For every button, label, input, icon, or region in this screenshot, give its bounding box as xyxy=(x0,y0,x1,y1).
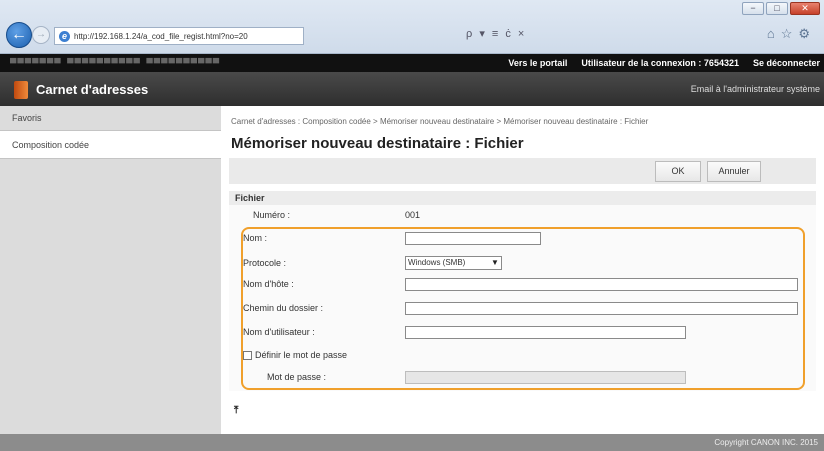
protocole-label: Protocole : xyxy=(243,258,287,268)
minimize-button[interactable]: − xyxy=(742,2,764,15)
protocole-value: Windows (SMB) xyxy=(408,258,466,267)
sidebar: Favoris Composition codée xyxy=(0,106,221,434)
action-bar: OK Annuler xyxy=(229,158,816,184)
chemin-input[interactable] xyxy=(405,302,798,315)
sidebar-item-favoris[interactable]: Favoris xyxy=(0,106,221,131)
utilisateur-input[interactable] xyxy=(405,326,686,339)
hote-label: Nom d'hôte : xyxy=(243,279,294,289)
address-bar[interactable]: e http://192.168.1.24/a_cod_file_regist.… xyxy=(54,27,304,45)
ie-logo-icon: e xyxy=(59,30,70,42)
definir-label[interactable]: Définir le mot de passe xyxy=(255,350,347,360)
device-name-blurred: ▀▀▀▀▀▀▀ ▀▀▀▀▀▀▀▀▀▀ ▀▀▀▀▀▀▀▀▀▀ xyxy=(10,58,221,68)
home-icon[interactable]: ⌂ xyxy=(767,26,781,41)
maximize-button[interactable]: □ xyxy=(766,2,788,15)
breadcrumb[interactable]: Carnet d'adresses : Composition codée > … xyxy=(231,117,648,126)
browser-tools: ⌂☆⚙ xyxy=(767,26,816,42)
admin-email-link[interactable]: Email à l'administrateur système xyxy=(691,84,820,94)
window-controls: − □ ✕ xyxy=(742,2,820,15)
collapse-top-icon[interactable]: ⤒ xyxy=(234,405,238,416)
address-tools[interactable]: ρ ▾ ≡ ċ × xyxy=(466,27,526,45)
chemin-label: Chemin du dossier : xyxy=(243,303,324,313)
ok-button[interactable]: OK xyxy=(655,161,701,182)
top-bar: ▀▀▀▀▀▀▀ ▀▀▀▀▀▀▀▀▀▀ ▀▀▀▀▀▀▀▀▀▀ Vers le po… xyxy=(0,54,824,72)
motdepasse-input[interactable] xyxy=(405,371,686,384)
form-area: Numéro : 001 Nom : Protocole : Windows (… xyxy=(229,205,816,391)
page-title: Mémoriser nouveau destinataire : Fichier xyxy=(231,135,524,152)
nom-label: Nom : xyxy=(243,233,268,243)
cancel-button[interactable]: Annuler xyxy=(707,161,761,182)
motdepasse-label: Mot de passe : xyxy=(267,372,327,382)
utilisateur-label: Nom d'utilisateur : xyxy=(243,327,315,337)
portal-link[interactable]: Vers le portail xyxy=(508,58,567,68)
main-content: Carnet d'adresses : Composition codée > … xyxy=(221,106,824,434)
definir-mot-de-passe-checkbox[interactable] xyxy=(243,351,252,360)
url-text[interactable]: http://192.168.1.24/a_cod_file_regist.ht… xyxy=(74,32,248,41)
app-header: Carnet d'adresses Email à l'administrate… xyxy=(0,72,824,106)
protocole-select[interactable]: Windows (SMB) ▼ xyxy=(405,256,502,270)
settings-gear-icon[interactable]: ⚙ xyxy=(798,26,816,41)
nom-input[interactable] xyxy=(405,232,541,245)
address-book-icon xyxy=(14,81,28,99)
back-arrow-icon[interactable]: ← xyxy=(6,22,32,48)
login-user-text: Utilisateur de la connexion : 7654321 xyxy=(581,58,739,68)
chevron-down-icon: ▼ xyxy=(491,258,499,267)
numero-label: Numéro : xyxy=(253,210,291,220)
hote-input[interactable] xyxy=(405,278,798,291)
browser-nav-row: ← → e http://192.168.1.24/a_cod_file_reg… xyxy=(0,20,824,50)
footer: Copyright CANON INC. 2015 xyxy=(0,434,824,451)
logout-link[interactable]: Se déconnecter xyxy=(753,58,820,68)
browser-chrome: − □ ✕ ← → e http://192.168.1.24/a_cod_fi… xyxy=(0,0,824,54)
forward-arrow-icon[interactable]: → xyxy=(32,26,50,44)
numero-value: 001 xyxy=(405,210,421,220)
section-title: Fichier xyxy=(229,191,816,205)
favorites-star-icon[interactable]: ☆ xyxy=(781,26,799,41)
app-title: Carnet d'adresses xyxy=(36,82,149,97)
sidebar-item-composition-codee[interactable]: Composition codée xyxy=(0,131,221,159)
close-window-button[interactable]: ✕ xyxy=(790,2,820,15)
copyright-text: Copyright CANON INC. 2015 xyxy=(714,438,818,447)
